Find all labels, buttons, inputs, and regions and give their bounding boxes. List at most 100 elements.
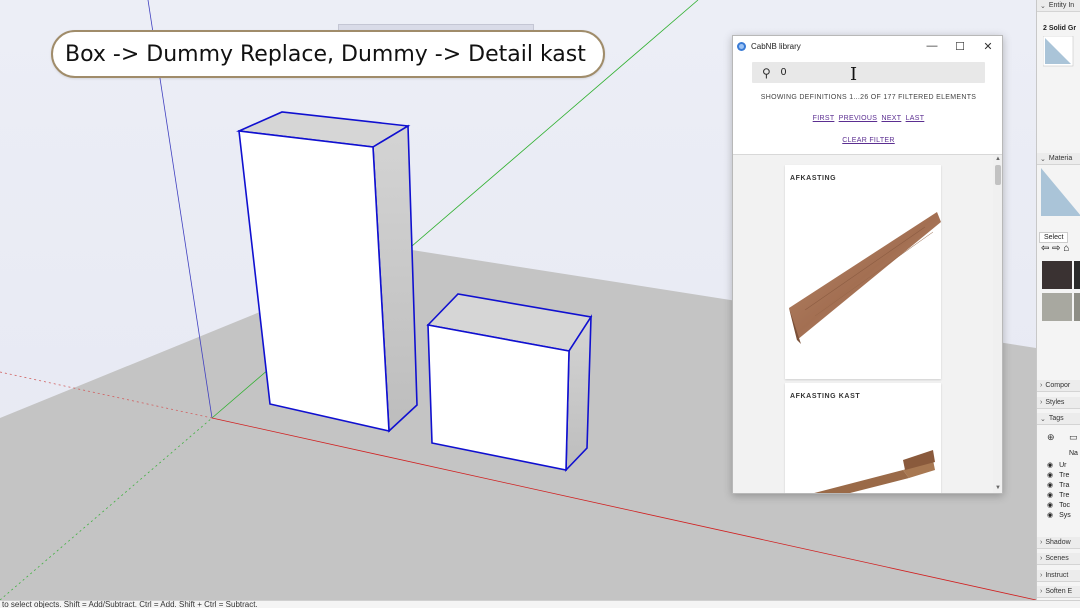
styles-label: Styles <box>1045 399 1065 406</box>
library-logo-icon <box>737 41 746 51</box>
tag-row[interactable]: ◉ Tre <box>1047 491 1070 500</box>
annotation-bubble: Box -> Dummy Replace, Dummy -> Detail ka… <box>51 30 605 78</box>
showing-count: SHOWING DEFINITIONS 1...26 OF 177 FILTER… <box>760 94 977 101</box>
material-swatch[interactable] <box>1074 293 1080 321</box>
eye-icon[interactable]: ◉ <box>1047 471 1053 479</box>
tag-row[interactable]: ◉ Tra <box>1047 481 1070 490</box>
library-title: CabNB library <box>751 41 801 51</box>
entity-thumbnail <box>1043 36 1074 67</box>
library-titlebar[interactable]: CabNB library — ☐ ✕ <box>733 36 1002 56</box>
tags-section[interactable]: ⌄ Tags <box>1037 413 1080 425</box>
tag-name: Tra <box>1059 481 1070 489</box>
tag-name: Toc <box>1059 501 1071 509</box>
select-tab[interactable]: Select <box>1039 226 1080 244</box>
tags-name-header: Na <box>1069 450 1078 457</box>
pager-last-link[interactable]: LAST <box>906 115 925 122</box>
chevron-right-icon: › <box>1040 539 1043 546</box>
material-swatch[interactable] <box>1074 261 1080 289</box>
add-tag-icon[interactable]: ⊕ <box>1047 432 1055 442</box>
chevron-down-icon: ⌄ <box>1040 2 1046 10</box>
back-arrow-icon[interactable]: ⇦ <box>1041 243 1049 254</box>
annotation-text: Box -> Dummy Replace, Dummy -> Detail ka… <box>65 41 586 67</box>
home-icon[interactable]: ⌂ <box>1063 243 1069 254</box>
materials-section[interactable]: ⌄ Materia <box>1037 153 1080 165</box>
pager-first-link[interactable]: FIRST <box>813 115 835 122</box>
search-icon: ⚲ <box>762 65 771 80</box>
eye-icon[interactable]: ◉ <box>1047 511 1053 519</box>
eye-icon[interactable]: ◉ <box>1047 461 1053 469</box>
list-item[interactable]: AFKASTING KAST <box>785 383 941 493</box>
entity-sub: 2 Solid Gr <box>1037 17 1080 35</box>
chevron-down-icon: ⌄ <box>1040 155 1046 163</box>
instructor-label: Instruct <box>1045 572 1069 579</box>
search-value: 0 <box>780 67 787 78</box>
scroll-up-icon[interactable]: ▲ <box>994 156 1002 162</box>
entity-info-label: Entity In <box>1048 2 1075 9</box>
tag-name: Tre <box>1059 471 1070 479</box>
chevron-down-icon: ⌄ <box>1040 415 1046 423</box>
item-title: AFKASTING <box>790 175 837 182</box>
list-item[interactable]: AFKASTING <box>785 165 941 379</box>
status-text: to select objects. Shift = Add/Subtract.… <box>2 600 258 608</box>
tag-name: Ur <box>1059 461 1067 469</box>
materials-label: Materia <box>1048 155 1073 162</box>
clear-filter: CLEAR FILTER <box>733 137 1004 144</box>
entity-sub-label: 2 Solid Gr <box>1043 25 1077 32</box>
library-window[interactable]: CabNB library — ☐ ✕ ⚲ 0 I SHOWING DEFINI… <box>732 35 1003 494</box>
eye-icon[interactable]: ◉ <box>1047 491 1053 499</box>
scroll-down-icon[interactable]: ▼ <box>994 485 1002 491</box>
components-label: Compor <box>1045 382 1071 389</box>
tag-name: Sys <box>1059 511 1071 519</box>
material-preview <box>1041 168 1080 216</box>
scroll-thumb[interactable] <box>995 165 1001 185</box>
frame-thumbnail <box>814 450 935 493</box>
tag-row[interactable]: ◉ Toc <box>1047 501 1071 510</box>
scenes-label: Scenes <box>1045 555 1069 562</box>
scenes-section[interactable]: › Scenes <box>1037 553 1080 565</box>
tag-folder-icon[interactable]: ▭ <box>1069 432 1078 442</box>
close-icon[interactable]: ✕ <box>974 40 1002 53</box>
plank-thumbnail <box>789 212 941 344</box>
pager-next-link[interactable]: NEXT <box>881 115 901 122</box>
tag-row[interactable]: ◉ Ur <box>1047 461 1067 470</box>
material-swatch[interactable] <box>1042 261 1072 289</box>
material-swatch[interactable] <box>1042 293 1072 321</box>
tags-column-header: Na <box>1069 450 1078 457</box>
forward-arrow-icon[interactable]: ⇨ <box>1052 243 1060 254</box>
maximize-icon[interactable]: ☐ <box>946 40 974 53</box>
text-cursor-icon: I <box>850 64 858 85</box>
chevron-right-icon: › <box>1040 572 1043 579</box>
tags-toolbar: ⊕ ▭ <box>1047 432 1080 443</box>
tray-panel: ⌄ Entity In 2 Solid Gr ⌄ Materia Select ⇦ … <box>1036 0 1080 600</box>
clear-filter-link[interactable]: CLEAR FILTER <box>842 137 894 144</box>
item-title: AFKASTING KAST <box>790 393 861 400</box>
tags-label: Tags <box>1048 415 1064 422</box>
chevron-right-icon: › <box>1040 555 1043 562</box>
instructor-section[interactable]: › Instruct <box>1037 570 1080 582</box>
shadows-label: Shadow <box>1045 539 1071 546</box>
short-box <box>426 293 593 473</box>
search-input[interactable]: ⚲ 0 I <box>752 62 985 85</box>
status-bar: to select objects. Shift = Add/Subtract.… <box>0 600 1080 608</box>
styles-section[interactable]: › Styles <box>1037 397 1080 409</box>
soften-label: Soften E <box>1045 588 1073 595</box>
chevron-right-icon: › <box>1040 382 1043 389</box>
eye-icon[interactable]: ◉ <box>1047 481 1053 489</box>
pager-previous-link[interactable]: PREVIOUS <box>839 115 878 122</box>
tag-row[interactable]: ◉ Sys <box>1047 511 1071 520</box>
library-scrollbar[interactable]: ▲ ▼ <box>993 155 1002 493</box>
components-section[interactable]: › Compor <box>1037 380 1080 392</box>
material-nav: ⇦ ⇨ ⌂ <box>1041 243 1080 254</box>
soften-section[interactable]: › Soften E <box>1037 586 1080 598</box>
library-list[interactable]: AFKASTING AFKASTING KAST ▲ ▼ <box>733 154 1002 493</box>
tag-name: Tre <box>1059 491 1070 499</box>
chevron-right-icon: › <box>1040 399 1043 406</box>
minimize-icon[interactable]: — <box>918 40 946 52</box>
shadows-section[interactable]: › Shadow <box>1037 537 1080 549</box>
entity-info-section[interactable]: ⌄ Entity In <box>1037 0 1080 12</box>
select-tab-label: Select <box>1039 232 1069 243</box>
pager: FIRST PREVIOUS NEXT LAST <box>733 115 1004 122</box>
tag-row[interactable]: ◉ Tre <box>1047 471 1070 480</box>
chevron-right-icon: › <box>1040 588 1043 595</box>
eye-icon[interactable]: ◉ <box>1047 501 1053 509</box>
